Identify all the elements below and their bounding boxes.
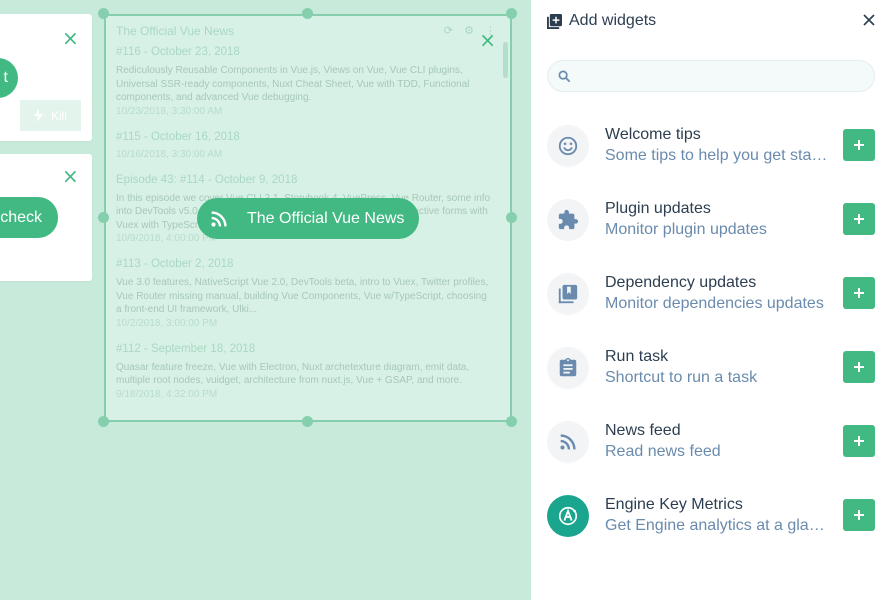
rss-icon: [547, 421, 589, 463]
widget-text: Engine Key Metrics Get Engine analytics a…: [605, 495, 831, 537]
news-item-date: 10/23/2018, 3:30:00 AM: [116, 105, 223, 117]
lightning-icon: [33, 109, 43, 122]
widget-text: Welcome tips Some tips to help you get st…: [605, 125, 831, 167]
add-widget-button[interactable]: [843, 499, 875, 531]
news-item-title: Episode 43: #114 - October 9, 2018: [116, 173, 298, 186]
widget-description: Some tips to help you get started: [605, 147, 831, 164]
apollo-engine-icon: [547, 495, 589, 537]
widget-action-label: t: [3, 69, 8, 86]
news-item-title: #115 - October 16, 2018: [116, 130, 240, 143]
plus-icon: [854, 140, 864, 150]
kill-label: Kill: [50, 108, 67, 123]
resize-handle-bottom-right[interactable]: [506, 416, 517, 427]
add-widget-button[interactable]: [843, 203, 875, 235]
widget-description: Get Engine analytics at a glance: [605, 517, 831, 534]
plus-icon: [854, 288, 864, 298]
resize-handle-right[interactable]: [506, 212, 517, 223]
widget-text: Run task Shortcut to run a task: [605, 347, 831, 389]
news-item-description: Rediculously Reusable Components in Vue.…: [116, 65, 470, 103]
widget-name: Run task: [605, 348, 669, 365]
resize-handle-bottom[interactable]: [302, 416, 313, 427]
news-widget-drag-pill[interactable]: The Official Vue News: [197, 198, 419, 239]
plus-icon: [854, 510, 864, 520]
add-widgets-panel: Add widgets Welcome tips Some tips to hel…: [531, 0, 891, 600]
widget-text: Plugin updates Monitor plugin updates: [605, 199, 831, 241]
library-add-icon: [547, 13, 562, 29]
close-icon[interactable]: ×: [62, 28, 79, 48]
widget-item-plugin-updates[interactable]: Plugin updates Monitor plugin updates: [547, 196, 875, 244]
kill-button[interactable]: Kill: [20, 100, 81, 131]
resize-handle-bottom-left[interactable]: [98, 416, 109, 427]
resize-handle-left[interactable]: [98, 212, 109, 223]
library-icon: [547, 273, 589, 315]
rss-icon: [211, 210, 227, 227]
news-item-description: Quasar feature freeze, Vue with Electron…: [116, 361, 470, 387]
scrollbar[interactable]: [503, 42, 508, 78]
add-widget-button[interactable]: [843, 129, 875, 161]
widget-card-1: × t Kill: [0, 14, 92, 141]
widget-name: Engine Key Metrics: [605, 496, 743, 513]
widget-description: Shortcut to run a task: [605, 369, 758, 386]
widget-name: Dependency updates: [605, 274, 757, 291]
resize-handle-top-left[interactable]: [98, 8, 109, 19]
news-item-description: Vue 3.0 features, NativeScript Vue 2.0, …: [116, 277, 489, 315]
smiley-icon: [547, 125, 589, 167]
widget-text: Dependency updates Monitor dependencies u…: [605, 273, 831, 315]
search-field: [547, 60, 875, 92]
news-item[interactable]: #115 - October 16, 2018 10/16/2018, 3:30:…: [116, 131, 492, 160]
news-pill-label: The Official Vue News: [247, 209, 405, 227]
close-icon[interactable]: [862, 13, 876, 27]
news-widget-title: The Official Vue News: [116, 24, 235, 38]
widget-item-welcome-tips[interactable]: Welcome tips Some tips to help you get st…: [547, 122, 875, 170]
news-item-title: #116 - October 23, 2018: [116, 46, 240, 58]
widget-description: Monitor dependencies updates: [605, 295, 824, 312]
clipboard-icon: [547, 347, 589, 389]
widget-item-engine-key-metrics[interactable]: Engine Key Metrics Get Engine analytics a…: [547, 492, 875, 540]
resize-handle-top-right[interactable]: [506, 8, 517, 19]
plus-icon: [854, 362, 864, 372]
widget-name: News feed: [605, 422, 681, 439]
news-item-date: 10/2/2018, 3:00:00 PM: [116, 317, 218, 329]
news-item[interactable]: #116 - October 23, 2018 Rediculously Reus…: [116, 46, 492, 117]
search-input[interactable]: [577, 61, 874, 91]
close-icon[interactable]: ×: [62, 166, 79, 186]
widget-item-dependency-updates[interactable]: Dependency updates Monitor dependencies u…: [547, 270, 875, 318]
plus-icon: [854, 436, 864, 446]
widget-card-2: × check: [0, 154, 92, 281]
panel-title: Add widgets: [569, 12, 657, 29]
puzzle-icon: [547, 199, 589, 241]
news-item-title: #112 - September 18, 2018: [116, 342, 256, 355]
news-item[interactable]: #112 - September 18, 2018 Quasar feature …: [116, 343, 492, 400]
widget-description: Read news feed: [605, 443, 721, 460]
panel-header: Add widgets: [547, 12, 656, 30]
dashboard-area: × t Kill × check The Official Vue News ⟳…: [0, 0, 531, 600]
resize-handle-top[interactable]: [302, 8, 313, 19]
widget-description: Monitor plugin updates: [605, 221, 767, 238]
add-widget-button[interactable]: [843, 351, 875, 383]
widget-text: News feed Read news feed: [605, 421, 831, 463]
search-icon: [558, 70, 571, 82]
news-item-date: 9/18/2018, 4:32:00 PM: [116, 388, 218, 400]
widget-item-news-feed[interactable]: News feed Read news feed: [547, 418, 875, 466]
check-button[interactable]: check: [0, 197, 58, 238]
news-item[interactable]: #113 - October 2, 2018 Vue 3.0 features, …: [116, 258, 492, 329]
news-item-date: 10/16/2018, 3:30:00 AM: [116, 148, 223, 160]
widget-name: Welcome tips: [605, 126, 701, 143]
add-widget-button[interactable]: [843, 425, 875, 457]
widget-item-run-task[interactable]: Run task Shortcut to run a task: [547, 344, 875, 392]
plus-icon: [854, 214, 864, 224]
widget-name: Plugin updates: [605, 200, 711, 217]
add-widget-button[interactable]: [843, 277, 875, 309]
check-button-label: check: [0, 208, 42, 226]
news-item-title: #113 - October 2, 2018: [116, 258, 234, 270]
widget-action-button[interactable]: t: [0, 58, 18, 98]
